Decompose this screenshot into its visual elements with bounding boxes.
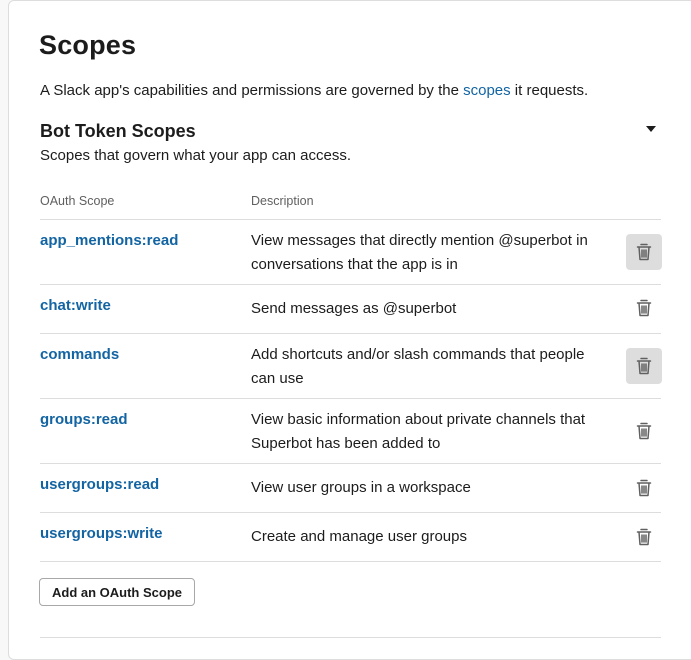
row-divider <box>40 284 661 285</box>
scope-description: Create and manage user groups <box>251 528 467 545</box>
row-divider <box>40 333 661 334</box>
remove-scope-button[interactable] <box>626 413 662 449</box>
section-divider <box>40 637 661 638</box>
row-divider <box>40 463 661 464</box>
scope-description: Add shortcuts and/or slash commands that… <box>251 346 585 387</box>
bot-token-scopes-heading: Bot Token Scopes <box>40 121 196 141</box>
scope-name[interactable]: usergroups:write <box>40 525 163 542</box>
scopes-link[interactable]: scopes <box>463 82 511 99</box>
remove-scope-button[interactable] <box>626 290 662 326</box>
page-title: Scopes <box>39 30 137 60</box>
trash-icon <box>636 357 652 375</box>
scope-name[interactable]: app_mentions:read <box>40 232 178 249</box>
trash-icon <box>636 422 652 440</box>
scope-description: View basic information about private cha… <box>251 411 586 452</box>
trash-icon <box>636 528 652 546</box>
remove-scope-button[interactable] <box>626 470 662 506</box>
trash-icon <box>636 243 652 261</box>
header-divider <box>40 219 661 220</box>
row-divider <box>40 561 661 562</box>
scope-description: View messages that directly mention @sup… <box>251 232 588 273</box>
scope-description: View user groups in a workspace <box>251 479 471 496</box>
add-oauth-scope-button[interactable]: Add an OAuth Scope <box>39 578 195 606</box>
remove-scope-button[interactable] <box>626 234 662 270</box>
scope-name[interactable]: groups:read <box>40 411 128 428</box>
row-divider <box>40 512 661 513</box>
scope-name[interactable]: commands <box>40 346 119 363</box>
column-header-description: Description <box>251 194 314 208</box>
column-header-oauth-scope: OAuth Scope <box>40 194 115 208</box>
intro-text-before: A Slack app's capabilities and permissio… <box>40 82 464 99</box>
scopes-intro: A Slack app's capabilities and permissio… <box>40 82 588 99</box>
intro-text-after: it requests. <box>510 82 589 99</box>
scope-name[interactable]: usergroups:read <box>40 476 159 493</box>
trash-icon <box>636 299 652 317</box>
bot-token-scopes-description: Scopes that govern what your app can acc… <box>40 147 352 164</box>
remove-scope-button[interactable] <box>626 348 662 384</box>
remove-scope-button[interactable] <box>626 519 662 555</box>
scope-description: Send messages as @superbot <box>251 300 457 317</box>
row-divider <box>40 398 661 399</box>
collapse-caret-icon[interactable] <box>646 126 656 132</box>
scope-name[interactable]: chat:write <box>40 297 111 314</box>
trash-icon <box>636 479 652 497</box>
